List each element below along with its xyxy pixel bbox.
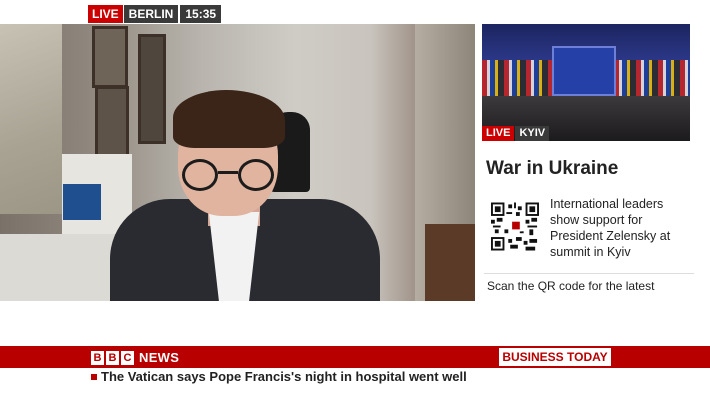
story-description: International leaders show support for P… bbox=[550, 197, 671, 259]
ticker-bullet-icon bbox=[91, 374, 97, 380]
live-bug: LIVE BERLIN 15:35 bbox=[88, 5, 222, 23]
book bbox=[63, 184, 101, 220]
summit-stage bbox=[552, 46, 616, 96]
thumbnail-live-bug: LIVE KYIV bbox=[482, 126, 550, 141]
program-name: BUSINESS TODAY bbox=[499, 348, 611, 366]
ticker-headline: The Vatican says Pope Francis's night in… bbox=[101, 369, 467, 384]
logo-news-word: NEWS bbox=[139, 350, 180, 365]
side-panel-title: War in Ukraine bbox=[486, 158, 619, 179]
presenter-glasses bbox=[178, 159, 278, 193]
picture-frame bbox=[92, 26, 128, 88]
presenter-hair bbox=[173, 90, 285, 148]
logo-block-c: C bbox=[121, 350, 134, 365]
divider bbox=[484, 273, 694, 274]
main-video-feed bbox=[0, 24, 475, 301]
thumbnail-location-label: KYIV bbox=[515, 126, 550, 141]
bbc-news-logo: B B C NEWS bbox=[91, 350, 179, 365]
picture-frame bbox=[95, 86, 129, 158]
logo-block-b1: B bbox=[91, 350, 104, 365]
time-label: 15:35 bbox=[180, 5, 222, 23]
news-ticker: The Vatican says Pope Francis's night in… bbox=[0, 368, 710, 388]
picture-frame bbox=[138, 34, 166, 144]
scan-qr-text: Scan the QR code for the latest bbox=[487, 279, 655, 293]
desk-papers bbox=[0, 234, 115, 301]
side-table bbox=[425, 224, 475, 301]
wall-map bbox=[0, 24, 62, 214]
live-label: LIVE bbox=[88, 5, 123, 23]
logo-block-b2: B bbox=[106, 350, 119, 365]
kyiv-summit-thumbnail bbox=[482, 24, 690, 141]
location-label: BERLIN bbox=[123, 5, 179, 23]
thumbnail-live-label: LIVE bbox=[482, 126, 515, 141]
qr-code-icon bbox=[487, 198, 543, 255]
